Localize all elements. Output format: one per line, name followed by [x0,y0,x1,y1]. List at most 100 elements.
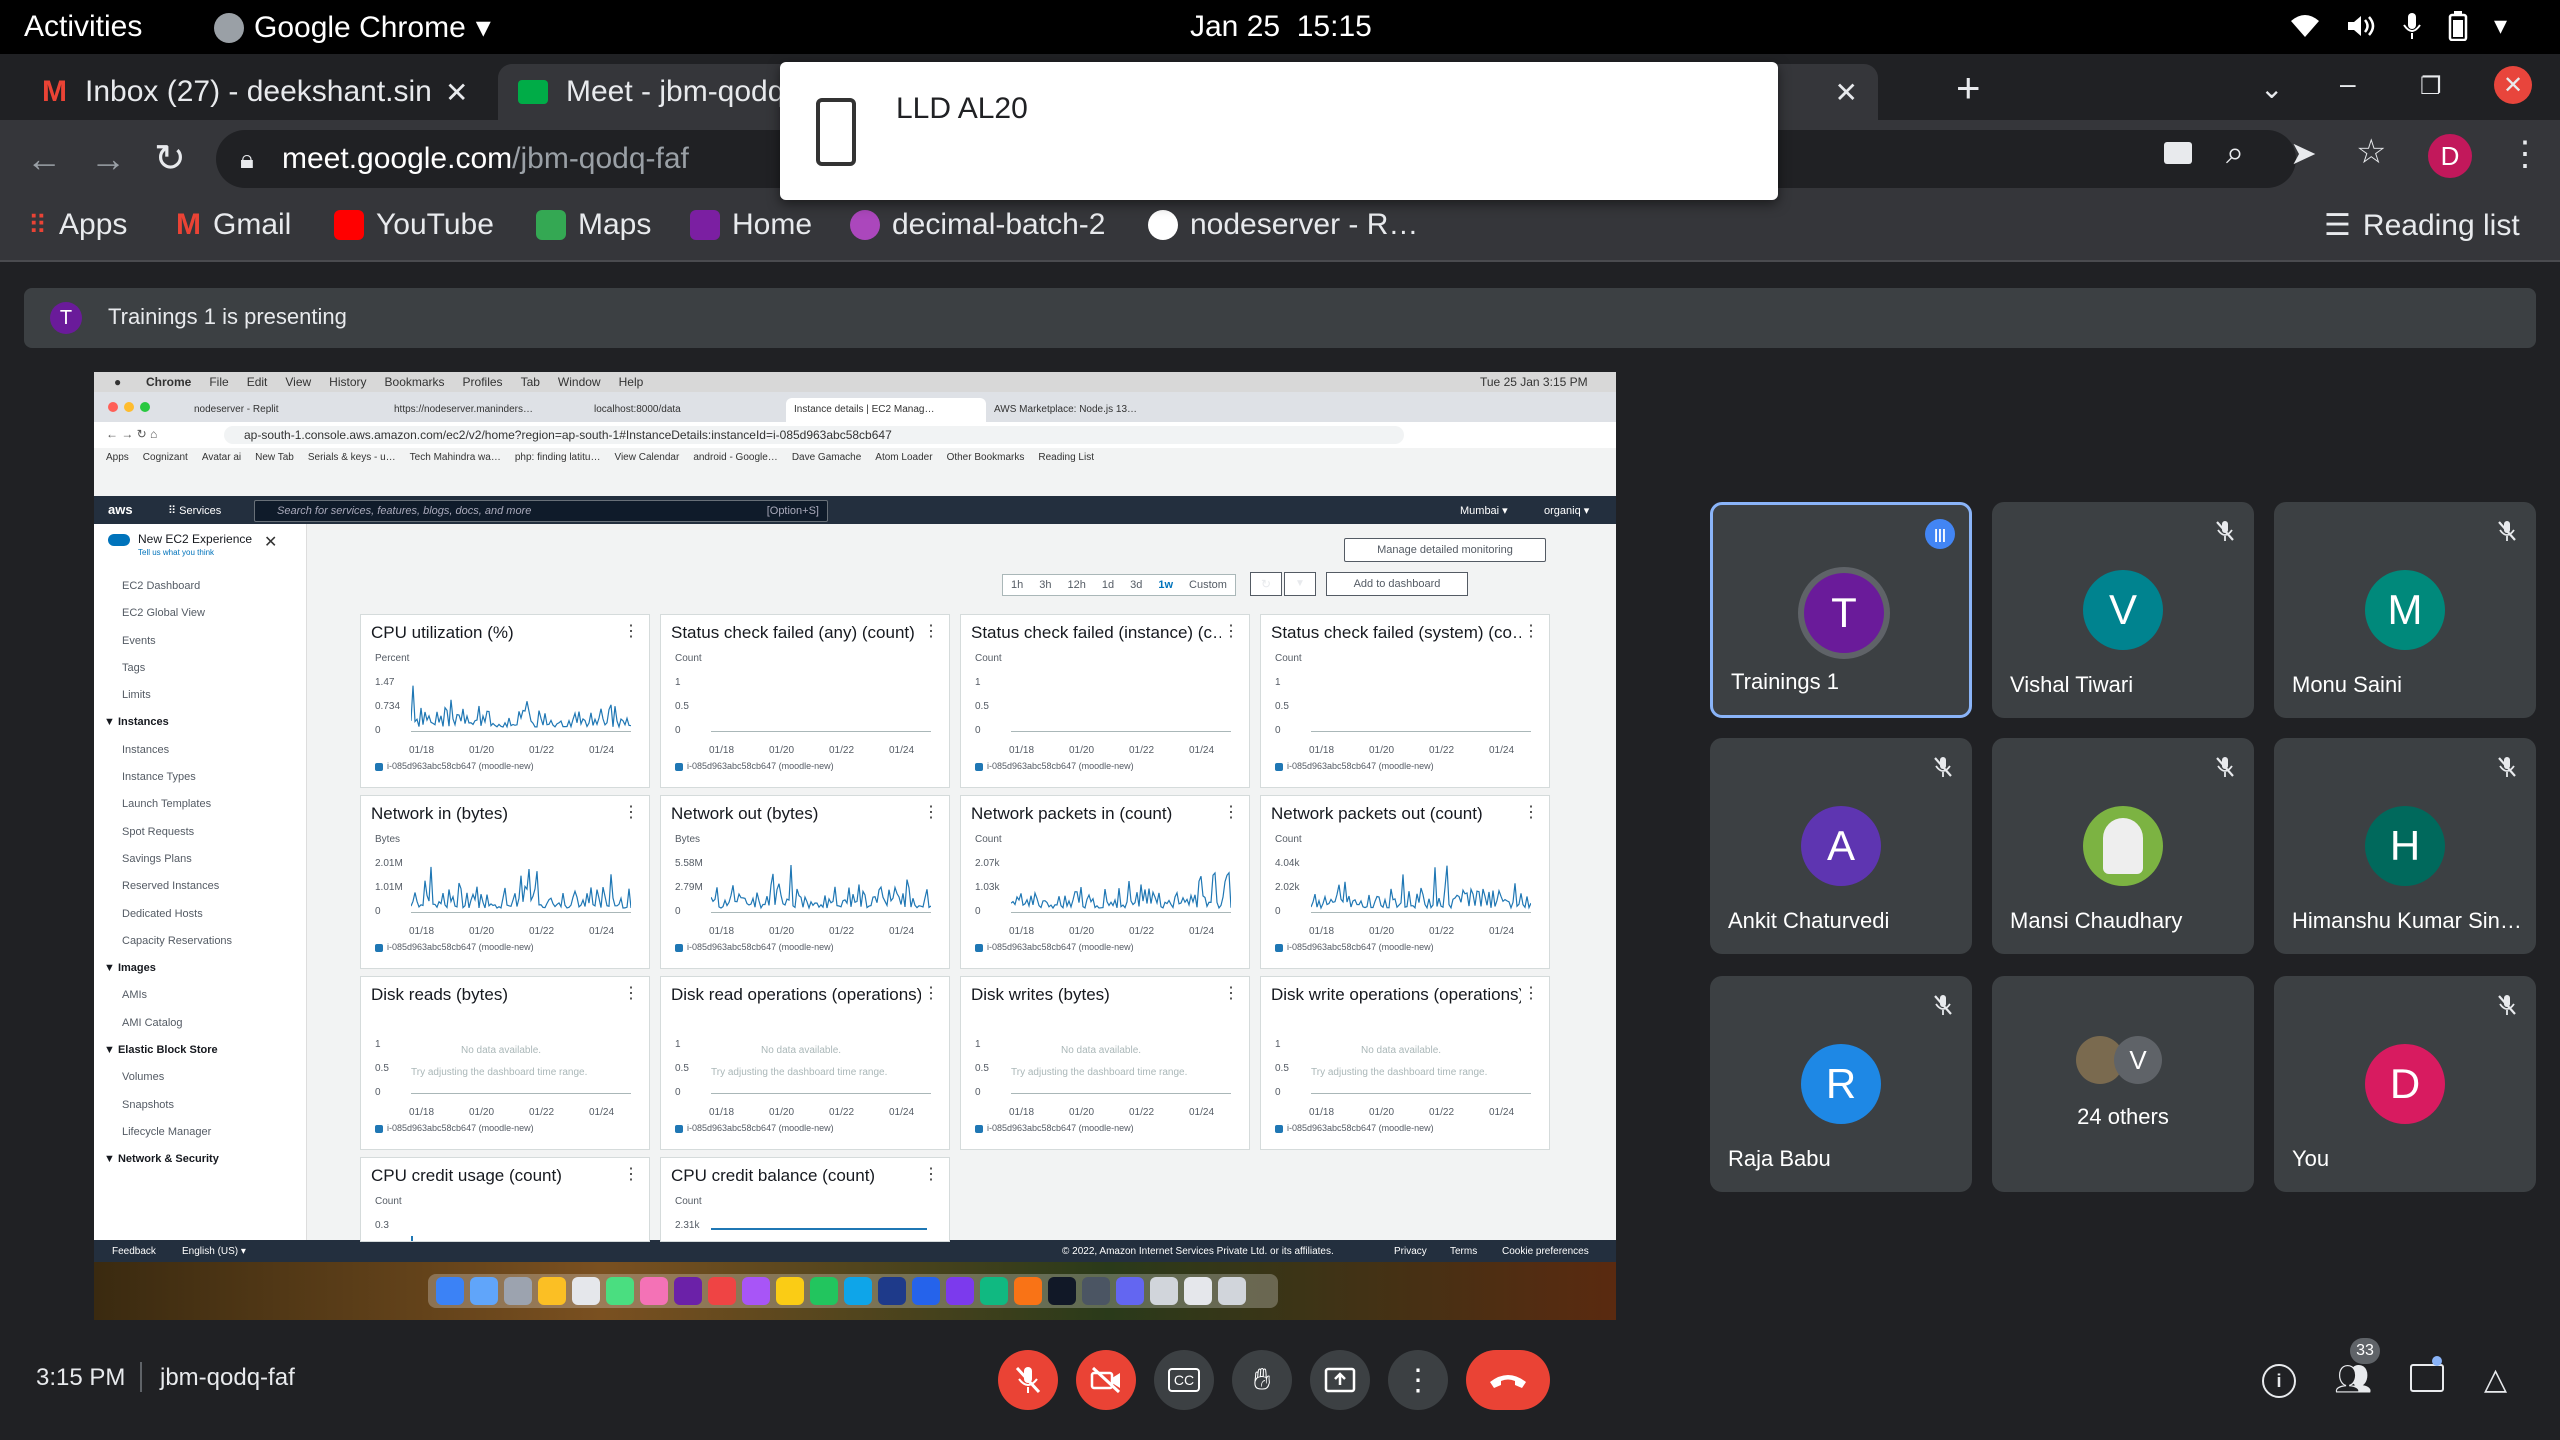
range-option[interactable]: 1w [1150,575,1181,595]
mac-menu-item[interactable]: History [329,375,366,389]
os-clock[interactable]: Jan 25 15:15 [1190,10,1372,44]
participant-tile[interactable]: V 24 others [1992,976,2254,1192]
sidebar-item[interactable]: AMI Catalog [122,1017,294,1044]
dock-app-icon[interactable] [436,1277,464,1305]
dock-app-icon[interactable] [504,1277,532,1305]
dock-app-icon[interactable] [538,1277,566,1305]
language-select[interactable]: English (US) ▾ [182,1246,246,1257]
mac-menu-item[interactable]: Help [619,375,644,389]
participant-tile[interactable]: D You [2274,976,2536,1192]
more-menu-icon[interactable]: ⋮ [2508,134,2542,174]
inner-bookmark[interactable]: View Calendar [614,452,679,463]
profile-avatar[interactable]: D [2428,134,2472,178]
more-options-button[interactable]: ⋮ [1388,1350,1448,1410]
meeting-details-button[interactable]: i [2262,1364,2296,1398]
panel-menu-icon[interactable]: ⋮ [623,802,639,822]
sidebar-item[interactable]: AMIs [122,989,294,1016]
app-menu[interactable]: Google Chrome ▾ [214,10,491,45]
range-option[interactable]: 1h [1003,575,1031,595]
sidebar-section-header[interactable]: ▼ Network & Security [104,1153,294,1180]
system-tray[interactable]: ▾ [2290,10,2507,41]
bookmark-nodeserver[interactable]: nodeserver - R… [1148,208,1418,242]
sidebar-item[interactable]: Spot Requests [122,826,294,853]
refresh-dropdown[interactable]: ▼ [1284,572,1316,596]
new-experience-feedback[interactable]: Tell us what you think [138,548,214,557]
sidebar-item[interactable]: Capacity Reservations [122,935,294,962]
sidebar-item[interactable]: EC2 Dashboard [122,580,294,607]
panel-menu-icon[interactable]: ⋮ [923,1164,939,1184]
participant-tile[interactable]: A Ankit Chaturvedi [1710,738,1972,954]
mac-menu-item[interactable]: File [209,375,228,389]
inner-bookmark[interactable]: Tech Mahindra wa… [410,452,501,463]
dock-app-icon[interactable] [572,1277,600,1305]
cast-device-popup[interactable]: LLD AL20 [780,62,1778,200]
dock-app-icon[interactable] [1082,1277,1110,1305]
panel-menu-icon[interactable]: ⋮ [923,802,939,822]
inner-tab[interactable]: AWS Marketplace: Node.js 13… [986,398,1186,422]
chat-button[interactable] [2410,1364,2444,1392]
dock-app-icon[interactable] [844,1277,872,1305]
inner-bookmark[interactable]: Other Bookmarks [947,452,1025,463]
inner-bookmark[interactable]: Cognizant [143,452,188,463]
tab-gmail[interactable]: M Inbox (27) - deekshant.sin ✕ [20,64,490,120]
dock-app-icon[interactable] [1150,1277,1178,1305]
sidebar-item[interactable]: Instances [122,744,294,771]
inner-bookmark[interactable]: php: finding latitu… [515,452,601,463]
leave-call-button[interactable] [1466,1350,1550,1410]
dock-app-icon[interactable] [674,1277,702,1305]
panel-menu-icon[interactable]: ⋮ [623,1164,639,1184]
inner-tab[interactable]: https://nodeserver.maninders… [386,398,586,422]
maximize-button[interactable]: ❐ [2420,72,2442,101]
toggle-mic-button[interactable] [998,1350,1058,1410]
present-button[interactable] [1310,1350,1370,1410]
raise-hand-button[interactable]: ✋︎ [1232,1350,1292,1410]
new-tab-button[interactable]: + [1956,64,1981,112]
range-option[interactable]: 3d [1122,575,1150,595]
participant-tile[interactable]: H Himanshu Kumar Sin… [2274,738,2536,954]
forward-button[interactable]: → [90,138,126,180]
activities-button[interactable]: △ [2484,1362,2507,1397]
inner-bookmark[interactable]: Avatar ai [202,452,241,463]
bookmark-star-icon[interactable]: ☆ [2356,132,2386,172]
panel-menu-icon[interactable]: ⋮ [623,983,639,1003]
sidebar-item[interactable]: Launch Templates [122,798,294,825]
sidebar-item[interactable]: Dedicated Hosts [122,908,294,935]
panel-menu-icon[interactable]: ⋮ [1523,621,1539,641]
bookmark-youtube[interactable]: YouTube [334,208,494,242]
bookmark-maps[interactable]: Maps [536,208,651,242]
tab-search-button[interactable]: ⌄ [2260,72,2283,105]
inner-tab[interactable]: Instance details | EC2 Manag… [786,398,986,422]
sidebar-item[interactable]: Events [122,635,294,662]
inner-bookmark[interactable]: Dave Gamache [792,452,861,463]
panel-menu-icon[interactable]: ⋮ [623,621,639,641]
minimize-button[interactable]: – [2340,68,2356,100]
bookmark-apps[interactable]: ⠿ Apps [28,208,127,242]
inner-bookmark[interactable]: Serials & keys - u… [308,452,396,463]
sidebar-item[interactable]: Savings Plans [122,853,294,880]
panel-menu-icon[interactable]: ⋮ [1223,983,1239,1003]
dock-app-icon[interactable] [1218,1277,1246,1305]
mac-menu-item[interactable]: Profiles [463,375,503,389]
inner-bookmark[interactable]: Reading List [1038,452,1094,463]
inner-bookmark[interactable]: Apps [106,452,129,463]
aws-account[interactable]: organiq ▾ [1544,504,1589,517]
panel-menu-icon[interactable]: ⋮ [1523,802,1539,822]
send-icon[interactable]: ➤ [2290,134,2317,172]
close-window-button[interactable]: ✕ [2494,66,2532,104]
new-experience-toggle[interactable]: New EC2 Experience [138,532,252,546]
close-icon[interactable]: ✕ [264,532,277,552]
participant-tile[interactable]: M Monu Saini [2274,502,2536,718]
panel-menu-icon[interactable]: ⋮ [1223,802,1239,822]
panel-menu-icon[interactable]: ⋮ [1523,983,1539,1003]
inner-tab[interactable]: localhost:8000/data [586,398,786,422]
activities-button[interactable]: Activities [24,10,142,44]
dock-app-icon[interactable] [742,1277,770,1305]
reload-button[interactable]: ↻ [154,136,186,181]
range-option[interactable]: 1d [1094,575,1122,595]
dock-app-icon[interactable] [980,1277,1008,1305]
terms-link[interactable]: Terms [1450,1246,1477,1257]
mac-menu-item[interactable]: Chrome [146,375,191,389]
dock-app-icon[interactable] [640,1277,668,1305]
mac-menu-item[interactable]: Edit [247,375,268,389]
dock-app-icon[interactable] [708,1277,736,1305]
